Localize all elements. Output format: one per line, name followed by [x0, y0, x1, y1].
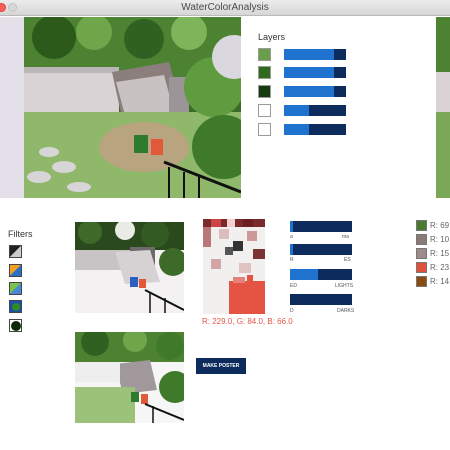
layer-toggle-checkbox[interactable] — [258, 123, 271, 136]
layer-toggle-checkbox[interactable] — [258, 104, 271, 117]
layer-toggle-checkbox[interactable] — [258, 66, 271, 79]
palette-swatch[interactable] — [416, 234, 427, 245]
window-title: WaterColorAnalysis — [181, 2, 269, 13]
dark-green-filter-icon[interactable] — [9, 319, 22, 332]
pixel-zoom-view — [203, 219, 265, 314]
orange-blue-filter-icon[interactable] — [9, 264, 22, 277]
blue-green-filter-icon[interactable] — [9, 300, 22, 313]
layer-toggle-checkbox[interactable] — [258, 85, 271, 98]
layer-row — [258, 48, 350, 62]
tone-label: DARKS — [337, 308, 355, 314]
palette-swatch-value: R: 23 — [430, 263, 450, 272]
tone-label: LIGHTS — [335, 283, 354, 289]
layer-intensity-slider[interactable] — [284, 67, 346, 78]
palette-swatch-value: R: 69 — [430, 221, 450, 230]
filtered-thumbnail[interactable] — [75, 332, 184, 423]
palette-swatch[interactable] — [416, 248, 427, 259]
layer-toggle-checkbox[interactable] — [258, 48, 271, 61]
layer-intensity-slider[interactable] — [284, 105, 346, 116]
layer-row — [258, 85, 350, 99]
source-panel-edge — [0, 17, 24, 198]
rgb-readout: R: 229.0, G: 84.0, B: 66.0 — [202, 317, 293, 326]
filtered-thumbnail[interactable] — [75, 222, 184, 313]
secondary-photo — [436, 17, 450, 198]
tone-label: ES — [344, 257, 351, 263]
layer-row — [258, 104, 350, 118]
gray-filter-icon[interactable] — [9, 245, 22, 258]
layer-row — [258, 123, 350, 137]
app-window: WaterColorAnalysis Layers Filters R: 229… — [0, 0, 450, 450]
tone-label: D — [290, 308, 294, 314]
palette-swatch-value: R: 15 — [430, 249, 450, 258]
tone-bar[interactable] — [290, 221, 352, 232]
palette-swatch[interactable] — [416, 276, 427, 287]
tone-bar[interactable] — [290, 294, 352, 305]
tone-label: a — [290, 234, 293, 240]
tone-label: R — [290, 257, 294, 263]
palette-swatch-value: R: 14 — [430, 277, 450, 286]
palette-swatch[interactable] — [416, 220, 427, 231]
layer-intensity-slider[interactable] — [284, 49, 346, 60]
green-filter-icon[interactable] — [9, 282, 22, 295]
palette-swatch-value: R: 10 — [430, 235, 450, 244]
title-bar: WaterColorAnalysis — [0, 0, 450, 16]
layer-intensity-slider[interactable] — [284, 124, 346, 135]
tone-label: ED — [290, 283, 297, 289]
tone-label: ma — [342, 234, 349, 240]
make-poster-button[interactable]: MAKE POSTER — [196, 358, 246, 374]
main-photo — [24, 17, 241, 198]
layer-intensity-slider[interactable] — [284, 86, 346, 97]
layer-row — [258, 66, 350, 80]
layers-heading: Layers — [258, 32, 286, 42]
palette-swatch[interactable] — [416, 262, 427, 273]
filters-heading: Filters — [8, 229, 33, 239]
tone-bar[interactable] — [290, 269, 352, 280]
tone-bar[interactable] — [290, 244, 352, 255]
